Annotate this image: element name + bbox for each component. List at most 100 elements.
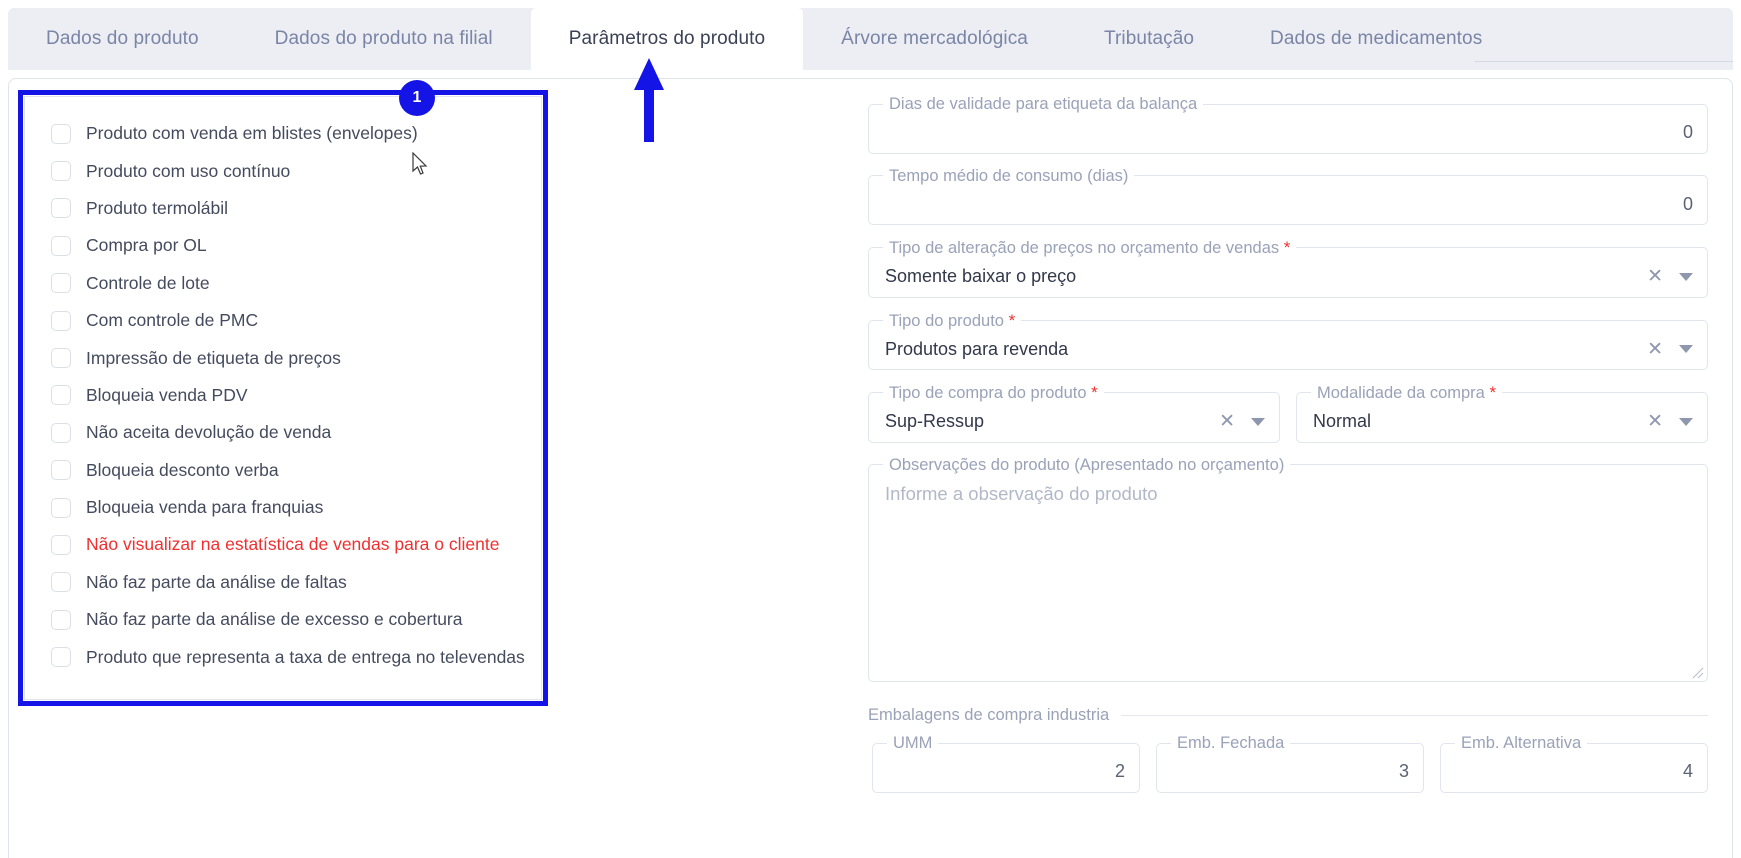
product-parameters-form: Dias de validade para etiqueta da balanç…: [868, 96, 1708, 793]
checkbox-icon[interactable]: [51, 198, 71, 219]
field-modalidade-compra-label: Modalidade da compra *: [1317, 383, 1497, 402]
checkbox-label: Não visualizar na estatística de vendas …: [86, 534, 500, 555]
modalidade-compra-value[interactable]: Normal: [1313, 411, 1647, 432]
checkbox-row[interactable]: Não aceita devolução de venda: [25, 414, 541, 451]
checkbox-icon[interactable]: [51, 235, 71, 256]
checkbox-icon[interactable]: [51, 609, 71, 630]
required-marker: *: [1489, 383, 1497, 402]
checkbox-row[interactable]: Com controle de PMC: [25, 302, 541, 339]
compra-row: Tipo de compra do produto * Sup-Ressup ✕…: [868, 384, 1708, 457]
tempo-medio-input[interactable]: 0: [885, 194, 1693, 215]
field-emb-alternativa: Emb. Alternativa 4: [1440, 735, 1708, 793]
field-dias-validade-label: Dias de validade para etiqueta da balanç…: [889, 95, 1198, 113]
checkbox-row[interactable]: Controle de lote: [25, 265, 541, 302]
checkbox-row[interactable]: Produto com uso contínuo: [25, 152, 541, 189]
checkbox-row[interactable]: Bloqueia desconto verba: [25, 452, 541, 489]
clear-icon[interactable]: ✕: [1647, 412, 1663, 431]
tab-2[interactable]: Parâmetros do produto: [530, 8, 804, 70]
tab-bar-underline: [1475, 61, 1733, 62]
checkbox-icon[interactable]: [51, 497, 71, 518]
field-umm: UMM 2: [872, 735, 1140, 793]
field-modalidade-compra: Modalidade da compra * Normal ✕: [1296, 384, 1708, 443]
dias-validade-input[interactable]: 0: [885, 122, 1693, 143]
field-tempo-medio: Tempo médio de consumo (dias) 0: [868, 166, 1708, 225]
chevron-down-icon[interactable]: [1251, 417, 1265, 426]
resize-handle-icon[interactable]: [1692, 666, 1704, 679]
checkbox-label: Compra por OL: [86, 235, 207, 256]
embalagens-group-title-text: Embalagens de compra industria: [868, 706, 1110, 724]
chevron-down-icon[interactable]: [1679, 345, 1693, 353]
checkbox-row[interactable]: Bloqueia venda PDV: [25, 377, 541, 414]
checkbox-icon[interactable]: [51, 534, 71, 555]
checkbox-icon[interactable]: [51, 161, 71, 182]
checkbox-row[interactable]: Não faz parte da análise de faltas: [25, 564, 541, 601]
field-observacoes: Observações do produto (Apresentado no o…: [868, 455, 1708, 682]
field-dias-validade: Dias de validade para etiqueta da balanç…: [868, 96, 1708, 154]
checkbox-icon[interactable]: [51, 123, 71, 144]
observacoes-textarea[interactable]: Informe a observação do produto: [885, 483, 1691, 505]
checkbox-label: Produto com uso contínuo: [86, 160, 291, 181]
checkbox-row[interactable]: Produto com venda em blistes (envelopes): [25, 115, 541, 152]
clear-icon[interactable]: ✕: [1647, 340, 1663, 359]
checkbox-icon[interactable]: [51, 460, 71, 481]
tipo-produto-value[interactable]: Produtos para revenda: [885, 339, 1647, 360]
field-emb-fechada-label: Emb. Fechada: [1177, 734, 1285, 752]
divider: [1121, 715, 1708, 716]
annotation-badge-1: 1: [399, 80, 435, 116]
checkbox-icon[interactable]: [51, 572, 71, 593]
checkbox-label: Produto termolábil: [86, 197, 229, 218]
clear-icon[interactable]: ✕: [1219, 412, 1235, 431]
checkbox-row[interactable]: Bloqueia venda para franquias: [25, 489, 541, 526]
embalagens-group-title: Embalagens de compra industria: [868, 706, 1708, 725]
checkbox-icon[interactable]: [51, 385, 71, 406]
field-tipo-compra-label: Tipo de compra do produto *: [889, 383, 1098, 402]
required-marker: *: [1008, 310, 1016, 330]
umm-input[interactable]: 2: [889, 761, 1125, 782]
checkbox-row[interactable]: Não visualizar na estatística de vendas …: [25, 526, 541, 563]
field-tipo-alteracao-precos-label: Tipo de alteração de preços no orçamento…: [889, 238, 1291, 257]
chevron-down-icon[interactable]: [1679, 417, 1693, 426]
tab-1[interactable]: Dados do produto na filial: [237, 8, 531, 70]
required-marker: *: [1283, 238, 1291, 257]
checkbox-label: Com controle de PMC: [86, 310, 259, 331]
product-parameters-page: Dados do produto Dados do produto na fili…: [0, 0, 1741, 858]
checkbox-label: Não faz parte da análise de faltas: [86, 571, 347, 592]
checkbox-icon[interactable]: [51, 310, 71, 331]
checkbox-label: Bloqueia venda para franquias: [86, 497, 324, 518]
product-flags-panel: Produto com venda em blistes (envelopes)…: [24, 96, 542, 700]
checkbox-row[interactable]: Produto que representa a taxa de entrega…: [25, 638, 541, 675]
checkbox-label: Produto com venda em blistes (envelopes): [86, 123, 418, 144]
checkbox-label: Não aceita devolução de venda: [86, 422, 332, 443]
tab-0[interactable]: Dados do produto: [8, 8, 237, 70]
checkbox-row[interactable]: Produto termolábil: [25, 190, 541, 227]
field-tipo-produto: Tipo do produto * Produtos para revenda …: [868, 310, 1708, 370]
required-marker: *: [1091, 383, 1098, 402]
field-tipo-compra: Tipo de compra do produto * Sup-Ressup ✕: [868, 384, 1280, 443]
checkbox-label: Bloqueia venda PDV: [86, 384, 248, 405]
field-umm-label: UMM: [893, 734, 933, 752]
chevron-down-icon[interactable]: [1679, 272, 1693, 281]
field-tipo-produto-label: Tipo do produto *: [889, 310, 1016, 330]
checkbox-label: Não faz parte da análise de excesso e co…: [86, 609, 463, 630]
field-emb-fechada: Emb. Fechada 3: [1156, 735, 1424, 793]
field-tipo-alteracao-precos: Tipo de alteração de preços no orçamento…: [868, 239, 1708, 298]
field-observacoes-label: Observações do produto (Apresentado no o…: [889, 455, 1285, 474]
tipo-compra-value[interactable]: Sup-Ressup: [885, 411, 1219, 432]
clear-icon[interactable]: ✕: [1647, 267, 1663, 286]
field-emb-alternativa-label: Emb. Alternativa: [1461, 734, 1582, 752]
checkbox-row[interactable]: Impressão de etiqueta de preços: [25, 339, 541, 376]
checkbox-row[interactable]: Compra por OL: [25, 227, 541, 264]
emb-alternativa-input[interactable]: 4: [1457, 761, 1693, 782]
checkbox-icon[interactable]: [51, 647, 71, 668]
checkbox-icon[interactable]: [51, 273, 71, 294]
checkbox-label: Impressão de etiqueta de preços: [86, 347, 341, 368]
field-tempo-medio-label: Tempo médio de consumo (dias): [889, 166, 1129, 185]
checkbox-label: Controle de lote: [86, 272, 210, 293]
checkbox-icon[interactable]: [51, 422, 71, 443]
checkbox-row[interactable]: Não faz parte da análise de excesso e co…: [25, 601, 541, 638]
tipo-alteracao-precos-value[interactable]: Somente baixar o preço: [885, 266, 1647, 287]
tab-4[interactable]: Tributação: [1066, 8, 1232, 70]
checkbox-icon[interactable]: [51, 348, 71, 369]
tab-3[interactable]: Árvore mercadológica: [803, 8, 1066, 70]
emb-fechada-input[interactable]: 3: [1173, 761, 1409, 782]
